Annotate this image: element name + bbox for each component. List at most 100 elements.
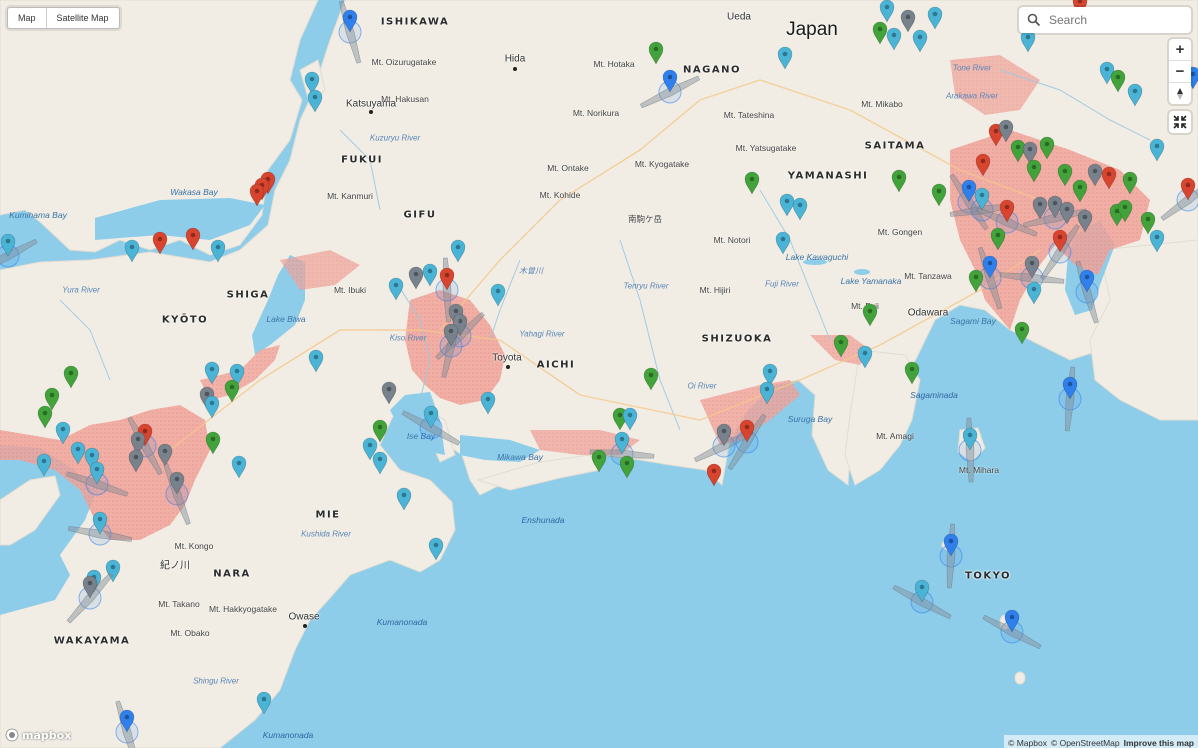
cyan-marker[interactable] xyxy=(372,451,388,475)
green-marker[interactable] xyxy=(931,183,947,207)
gray-marker[interactable] xyxy=(157,443,173,467)
green-marker[interactable] xyxy=(862,303,878,327)
green-marker[interactable] xyxy=(968,269,984,293)
zoom-out-button[interactable]: − xyxy=(1169,60,1191,82)
cyan-marker[interactable] xyxy=(65,461,129,498)
cyan-marker[interactable] xyxy=(1020,29,1036,53)
map-button[interactable]: Map xyxy=(8,8,46,28)
cyan-marker[interactable] xyxy=(857,345,873,369)
cyan-marker[interactable] xyxy=(886,27,902,51)
green-marker[interactable] xyxy=(744,171,760,195)
cyan-marker[interactable] xyxy=(70,441,86,465)
cyan-marker[interactable] xyxy=(779,193,795,217)
zoom-in-button[interactable]: + xyxy=(1169,39,1191,60)
green-marker[interactable] xyxy=(990,227,1006,251)
cyan-marker[interactable] xyxy=(308,349,324,373)
red-marker[interactable] xyxy=(152,231,168,255)
gray-marker[interactable] xyxy=(162,463,192,526)
cyan-marker[interactable] xyxy=(204,395,220,419)
fullscreen-button[interactable] xyxy=(1169,111,1191,133)
red-marker[interactable] xyxy=(1160,177,1198,222)
cyan-marker[interactable] xyxy=(401,405,461,447)
green-marker[interactable] xyxy=(1026,159,1042,183)
cyan-marker[interactable] xyxy=(396,487,412,511)
green-marker[interactable] xyxy=(205,431,221,455)
blue-marker[interactable] xyxy=(337,0,362,64)
blue-marker[interactable] xyxy=(939,523,963,589)
cyan-marker[interactable] xyxy=(55,421,71,445)
gray-marker[interactable] xyxy=(434,311,486,361)
cyan-marker[interactable] xyxy=(256,691,272,715)
cyan-marker[interactable] xyxy=(792,197,808,221)
cyan-marker[interactable] xyxy=(1127,83,1143,107)
cyan-marker[interactable] xyxy=(879,0,895,23)
red-marker[interactable] xyxy=(185,227,201,251)
map-canvas[interactable]: Japan ISHIKAWA NAGANO FUKUI GIFU YAMANAS… xyxy=(0,0,1198,748)
cyan-marker[interactable] xyxy=(777,46,793,70)
cyan-marker[interactable] xyxy=(422,263,438,287)
red-marker[interactable] xyxy=(126,416,164,476)
green-marker[interactable] xyxy=(1057,163,1073,187)
gray-marker[interactable] xyxy=(439,314,463,378)
cyan-marker[interactable] xyxy=(124,239,140,263)
red-marker[interactable] xyxy=(249,183,265,207)
cyan-marker[interactable] xyxy=(210,239,226,263)
cyan-marker[interactable] xyxy=(450,239,466,263)
cyan-marker[interactable] xyxy=(1149,229,1165,253)
blue-marker[interactable] xyxy=(1074,260,1100,324)
cyan-marker[interactable] xyxy=(204,361,220,385)
search-box[interactable] xyxy=(1019,7,1191,33)
cyan-marker[interactable] xyxy=(480,391,496,415)
red-marker[interactable] xyxy=(1101,166,1117,190)
green-marker[interactable] xyxy=(1039,136,1055,160)
cyan-marker[interactable] xyxy=(428,537,444,561)
blue-marker[interactable] xyxy=(639,69,701,110)
blue-marker[interactable] xyxy=(114,700,140,748)
cyan-marker[interactable] xyxy=(1149,138,1165,162)
green-marker[interactable] xyxy=(372,419,388,443)
gray-marker[interactable] xyxy=(381,381,397,405)
green-marker[interactable] xyxy=(1072,179,1088,203)
red-marker[interactable] xyxy=(975,153,991,177)
cyan-marker[interactable] xyxy=(36,453,52,477)
green-marker[interactable] xyxy=(619,455,635,479)
mapbox-logo[interactable]: mapbox xyxy=(5,728,71,742)
green-marker[interactable] xyxy=(643,367,659,391)
attribution-osm-link[interactable]: © OpenStreetMap xyxy=(1051,738,1120,748)
green-marker[interactable] xyxy=(1010,139,1026,163)
cyan-marker[interactable] xyxy=(958,417,982,483)
green-marker[interactable] xyxy=(648,41,664,65)
cyan-marker[interactable] xyxy=(231,455,247,479)
green-marker[interactable] xyxy=(591,449,607,473)
search-input[interactable] xyxy=(1047,12,1181,28)
gray-marker[interactable] xyxy=(1023,195,1087,230)
cyan-marker[interactable] xyxy=(759,381,775,405)
cyan-marker[interactable] xyxy=(927,6,943,30)
green-marker[interactable] xyxy=(891,169,907,193)
cyan-marker[interactable] xyxy=(67,511,133,546)
green-marker[interactable] xyxy=(37,405,53,429)
cyan-marker[interactable] xyxy=(775,231,791,255)
improve-map-link[interactable]: Improve this map xyxy=(1124,738,1194,748)
cyan-marker[interactable] xyxy=(892,579,952,621)
satellite-map-button[interactable]: Satellite Map xyxy=(45,8,119,28)
blue-marker[interactable] xyxy=(1058,366,1082,432)
gray-marker[interactable] xyxy=(998,119,1014,143)
gray-marker[interactable] xyxy=(1087,163,1103,187)
cyan-marker[interactable] xyxy=(490,283,506,307)
green-marker[interactable] xyxy=(1122,171,1138,195)
green-marker[interactable] xyxy=(904,361,920,385)
gray-marker[interactable] xyxy=(408,266,424,290)
green-marker[interactable] xyxy=(872,21,888,45)
green-marker[interactable] xyxy=(833,334,849,358)
cyan-marker[interactable] xyxy=(1026,281,1042,305)
gray-marker[interactable] xyxy=(1077,209,1093,233)
green-marker[interactable] xyxy=(63,365,79,389)
cyan-marker[interactable] xyxy=(912,29,928,53)
green-marker[interactable] xyxy=(1014,321,1030,345)
green-marker[interactable] xyxy=(1110,69,1126,93)
cyan-marker[interactable] xyxy=(307,89,323,113)
cyan-marker[interactable] xyxy=(622,407,638,431)
green-marker[interactable] xyxy=(1140,211,1156,235)
attribution-mapbox-link[interactable]: © Mapbox xyxy=(1008,738,1047,748)
